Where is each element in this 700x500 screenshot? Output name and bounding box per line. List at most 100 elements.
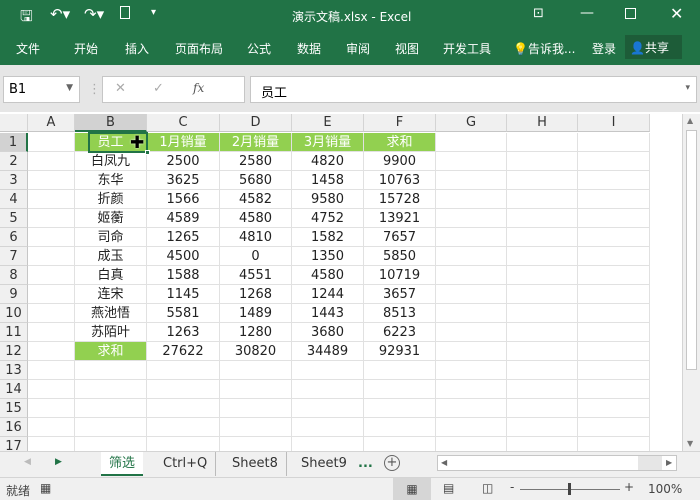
scroll-left-icon[interactable]: ◀ [441,458,447,467]
cell[interactable] [28,342,75,361]
column-header-I[interactable]: I [578,114,650,132]
cell[interactable] [28,152,75,171]
column-header-B[interactable]: B [75,114,147,132]
cell[interactable] [292,361,364,380]
cell[interactable] [507,152,578,171]
table-cell[interactable]: 1280 [220,323,292,342]
page-layout-view-icon[interactable]: ▤ [443,481,454,495]
cell[interactable] [507,361,578,380]
cell[interactable] [28,209,75,228]
table-cell[interactable]: 1443 [292,304,364,323]
table-cell[interactable]: 10719 [364,266,436,285]
cell[interactable] [28,361,75,380]
row-header-13[interactable]: 13 [0,361,28,380]
table-cell[interactable]: 连宋 [75,285,147,304]
tab-file[interactable]: 文件 [16,40,40,57]
cell[interactable] [292,437,364,451]
minimize-button[interactable]: — [580,5,594,21]
table-cell[interactable]: 苏陌叶 [75,323,147,342]
cell[interactable] [507,285,578,304]
cell[interactable] [436,399,507,418]
expand-formula-icon[interactable]: ▾ [685,83,690,93]
table-cell[interactable]: 1244 [292,285,364,304]
tab-insert[interactable]: 插入 [125,40,149,57]
cell[interactable] [436,133,507,152]
macro-record-icon[interactable]: ▦ [40,481,51,495]
name-box[interactable]: B1 ▼ [3,76,80,103]
customize-qat-icon[interactable]: ▾ [151,7,156,18]
prev-sheet-icon[interactable]: ◀ [24,457,31,467]
table-cell[interactable]: 成玉 [75,247,147,266]
table-cell[interactable]: 4589 [147,209,220,228]
redo-icon[interactable]: ↷▾ [84,5,104,23]
cell[interactable] [578,437,650,451]
cell[interactable] [507,190,578,209]
share-button[interactable]: 👤共享 [625,35,682,59]
cell[interactable] [147,380,220,399]
row-header-10[interactable]: 10 [0,304,28,323]
cell[interactable] [578,399,650,418]
cell[interactable] [507,133,578,152]
table-cell[interactable]: 4820 [292,152,364,171]
cell[interactable] [436,285,507,304]
table-cell[interactable]: 1263 [147,323,220,342]
next-sheet-icon[interactable]: ▶ [55,457,62,467]
table-cell[interactable]: 姬蘅 [75,209,147,228]
cell[interactable] [436,418,507,437]
table-cell[interactable]: 7657 [364,228,436,247]
row-header-4[interactable]: 4 [0,190,28,209]
cell[interactable] [364,437,436,451]
total-cell[interactable]: 求和 [75,342,147,361]
table-cell[interactable]: 1350 [292,247,364,266]
sheet-tab-sheet8[interactable]: Sheet8 [224,452,287,476]
table-header-cell[interactable]: 3月销量 [292,133,364,152]
table-cell[interactable]: 5680 [220,171,292,190]
row-header-9[interactable]: 9 [0,285,28,304]
cell[interactable] [507,418,578,437]
cell[interactable] [28,437,75,451]
cell[interactable] [436,437,507,451]
cell[interactable] [436,342,507,361]
zoom-slider-thumb[interactable] [568,483,571,495]
table-cell[interactable]: 4582 [220,190,292,209]
column-header-A[interactable]: A [28,114,75,132]
select-all-corner[interactable] [0,114,28,132]
cell[interactable] [507,342,578,361]
normal-view-icon[interactable]: ▦ [393,478,431,500]
tell-me-box[interactable]: 💡告诉我... [513,40,575,57]
cell[interactable] [436,190,507,209]
ribbon-display-icon[interactable]: ⊡ [533,6,544,21]
cell[interactable] [578,304,650,323]
cell[interactable] [292,399,364,418]
cell[interactable] [147,418,220,437]
row-header-7[interactable]: 7 [0,247,28,266]
cell[interactable] [578,323,650,342]
zoom-level[interactable]: 100% [648,482,682,496]
cell[interactable] [28,190,75,209]
cell[interactable] [507,304,578,323]
table-cell[interactable]: 2580 [220,152,292,171]
table-cell[interactable]: 1489 [220,304,292,323]
tab-data[interactable]: 数据 [297,40,321,57]
cell[interactable] [507,171,578,190]
row-header-16[interactable]: 16 [0,418,28,437]
enter-icon[interactable]: ✓ [153,81,164,96]
row-header-1[interactable]: 1 [0,133,28,152]
cell[interactable] [147,437,220,451]
table-cell[interactable]: 4500 [147,247,220,266]
table-cell[interactable]: 3657 [364,285,436,304]
worksheet-grid[interactable]: A B C D E F G H I 1 员工 1月销量 2月销量 3月销量 求和 2 白凤九 2500 2580 48… [0,114,682,451]
cell[interactable] [578,133,650,152]
row-header-8[interactable]: 8 [0,266,28,285]
cell[interactable] [75,380,147,399]
tab-developer[interactable]: 开发工具 [443,40,491,57]
row-header-3[interactable]: 3 [0,171,28,190]
cell[interactable] [578,361,650,380]
cell[interactable] [364,418,436,437]
cell[interactable] [28,380,75,399]
column-header-E[interactable]: E [292,114,364,132]
cell[interactable] [578,247,650,266]
table-cell[interactable]: 司命 [75,228,147,247]
maximize-button[interactable] [625,8,636,19]
add-sheet-button[interactable]: + [384,455,400,471]
